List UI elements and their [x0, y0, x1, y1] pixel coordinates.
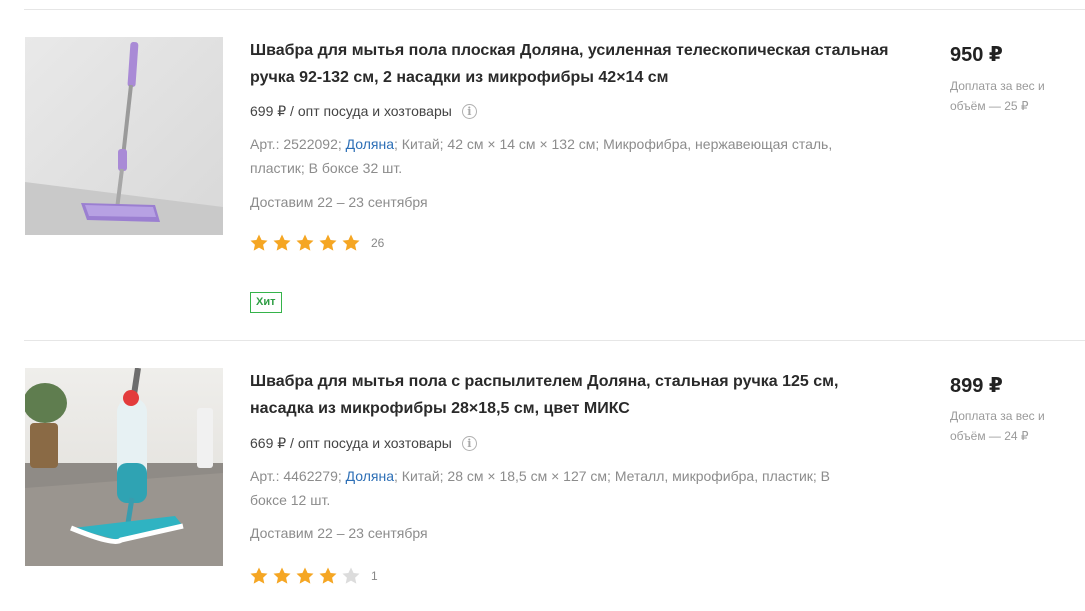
surcharge-note: Доплата за вес и объём — 25 ₽ [950, 79, 1045, 113]
info-icon[interactable]: i [461, 436, 477, 451]
star-filled-icon [296, 567, 314, 584]
opt-price: 699 ₽ / опт посуда и хозтовары i [250, 103, 477, 120]
star-filled-icon [319, 567, 337, 584]
delivery-date: Доставим 22 – 23 сентября [250, 194, 428, 210]
product-image[interactable] [25, 368, 223, 566]
product-specs: Арт.: 4462279; Доляна; Китай; 28 см × 18… [250, 464, 870, 512]
product-image[interactable] [25, 37, 223, 235]
rating-stars[interactable]: 1 [249, 566, 378, 586]
rating-stars[interactable]: 26 [249, 233, 384, 253]
brand-link[interactable]: Доляна [346, 136, 394, 152]
flat-mop-photo-icon [25, 37, 223, 235]
star-empty-icon [342, 567, 360, 584]
star-filled-icon [250, 567, 268, 584]
top-divider [24, 9, 1085, 10]
opt-price-text: 699 ₽ / опт посуда и хозтовары [250, 103, 452, 119]
product-specs: Арт.: 2522092; Доляна; Китай; 42 см × 14… [250, 132, 870, 180]
price: 899 ₽ [950, 375, 1003, 397]
star-filled-icon [342, 234, 360, 251]
hit-badge: Хит [250, 292, 282, 313]
star-filled-icon [273, 567, 291, 584]
spray-mop-photo-icon [25, 368, 223, 566]
surcharge-note: Доплата за вес и объём — 24 ₽ [950, 409, 1045, 443]
delivery-date: Доставим 22 – 23 сентября [250, 525, 428, 541]
star-filled-icon [273, 234, 291, 251]
review-count[interactable]: 1 [371, 569, 378, 583]
opt-price: 669 ₽ / опт посуда и хозтовары i [250, 435, 477, 452]
star-filled-icon [296, 234, 314, 251]
star-filled-icon [250, 234, 268, 251]
product-title[interactable]: Швабра для мытья пола плоская Доляна, ус… [250, 37, 890, 91]
sku: Арт.: 4462279; [250, 468, 342, 484]
product-divider [24, 340, 1085, 341]
info-icon[interactable]: i [461, 104, 477, 119]
star-filled-icon [319, 234, 337, 251]
opt-price-text: 669 ₽ / опт посуда и хозтовары [250, 435, 452, 451]
review-count[interactable]: 26 [371, 236, 384, 250]
price: 950 ₽ [950, 44, 1003, 66]
product-title[interactable]: Швабра для мытья пола с распылителем Дол… [250, 368, 890, 422]
sku: Арт.: 2522092; [250, 136, 342, 152]
brand-link[interactable]: Доляна [346, 468, 394, 484]
